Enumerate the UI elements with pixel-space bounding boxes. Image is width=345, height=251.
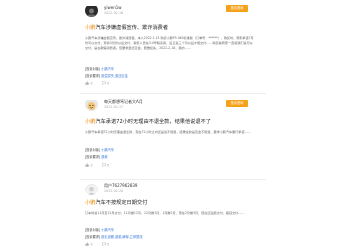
like-count: 0 bbox=[90, 163, 93, 168]
title-text: 汽车涉嫌虚假宣传、欺诈消费者 bbox=[95, 25, 169, 31]
complaint-card[interactable]: 用户7627962839 2022-02-20 小鹏汽车不按规定日期交付 订车时… bbox=[0, 179, 345, 251]
target-link[interactable]: 小鹏汽车 bbox=[101, 228, 114, 232]
complaint-request-line: [投诉要求] 赔偿损失,退还定金 bbox=[85, 73, 128, 78]
brand-highlight: 小鹏 bbox=[85, 119, 96, 125]
avatar[interactable] bbox=[85, 4, 98, 17]
title-text: 汽车不按规定日期交付 bbox=[95, 200, 148, 206]
complaint-target-line: [投诉对象] 小鹏汽车 bbox=[85, 147, 114, 152]
username[interactable]: yiwen1w bbox=[104, 5, 122, 10]
like-count: 0 bbox=[90, 81, 93, 86]
post-date: 2022-02-20 bbox=[104, 189, 124, 193]
actions-row: 0 0 bbox=[85, 81, 117, 87]
comment-button[interactable]: 0 bbox=[101, 163, 110, 168]
comment-count: 0 bbox=[107, 81, 110, 86]
request-link[interactable]: 退款 bbox=[101, 155, 107, 159]
request-key: [投诉要求] bbox=[85, 235, 101, 239]
comment-count: 0 bbox=[107, 242, 110, 247]
target-key: [投诉对象] bbox=[85, 148, 101, 152]
thumbs-up-icon bbox=[85, 81, 89, 85]
actions-row: 0 0 bbox=[85, 163, 117, 169]
comment-icon bbox=[101, 242, 106, 246]
like-count: 0 bbox=[90, 242, 93, 247]
comment-icon bbox=[101, 81, 106, 85]
request-key: [投诉要求] bbox=[85, 155, 101, 159]
complaint-title[interactable]: 小鹏汽车承诺72小时无理由不退全款，结果他说退不了 bbox=[85, 118, 211, 125]
comment-button[interactable]: 0 bbox=[101, 242, 110, 247]
thumbs-up-icon bbox=[85, 242, 89, 246]
brand-highlight: 小鹏 bbox=[85, 25, 96, 31]
brand-highlight: 小鹏 bbox=[85, 200, 96, 206]
complaint-content: 订车时说11月至12月交付，11月推12月，12月推1月，1月推2月，现在2月推… bbox=[85, 211, 245, 215]
comment-button[interactable]: 0 bbox=[101, 81, 110, 86]
complaint-card[interactable]: 每天都想骂记者大A月 2022-02-17 投诉咨询 小鹏汽车承诺72小时无理由… bbox=[0, 93, 345, 179]
target-link[interactable]: 小鹏汽车 bbox=[101, 148, 114, 152]
avatar[interactable] bbox=[85, 182, 98, 195]
complaint-title[interactable]: 小鹏汽车涉嫌虚假宣传、欺诈消费者 bbox=[85, 24, 168, 31]
request-key: [投诉要求] bbox=[85, 74, 101, 78]
complaint-content: 小鹏汽车承诺72小时无理由退全款，现在72小时之内还是说不能退，结果说的是定金不… bbox=[85, 130, 251, 134]
target-key: [投诉对象] bbox=[85, 67, 101, 71]
actions-row: 0 0 bbox=[85, 242, 117, 248]
comment-icon bbox=[101, 163, 106, 167]
comment-count: 0 bbox=[107, 163, 110, 168]
target-key: [投诉对象] bbox=[85, 228, 101, 232]
complaint-button[interactable]: 投诉咨询 bbox=[226, 100, 248, 107]
complaint-button[interactable]: 投诉咨询 bbox=[226, 5, 248, 12]
complaint-content: 小鹏汽车涉嫌虚假宣传、欺诈消费者。本人2022.1.15 购买小鹏P5 460标… bbox=[85, 36, 254, 51]
request-link[interactable]: 赔礼道歉,退款,解释,立即整改 bbox=[101, 235, 142, 239]
complaint-target-line: [投诉对象] 小鹏汽车 bbox=[85, 227, 114, 232]
like-button[interactable]: 0 bbox=[85, 242, 93, 246]
avatar[interactable] bbox=[85, 98, 98, 111]
like-button[interactable]: 0 bbox=[85, 81, 93, 85]
complaint-card[interactable]: yiwen1w 2022-02-16 投诉咨询 小鹏汽车涉嫌虚假宣传、欺诈消费者… bbox=[0, 0, 345, 93]
request-link[interactable]: 赔偿损失,退还定金 bbox=[101, 74, 128, 78]
complaint-request-line: [投诉要求] 赔礼道歉,退款,解释,立即整改 bbox=[85, 234, 143, 239]
title-text: 汽车承诺72小时无理由不退全款，结果他说退不了 bbox=[95, 119, 211, 125]
thumbs-up-icon bbox=[85, 163, 89, 167]
like-button[interactable]: 0 bbox=[85, 163, 93, 167]
target-link[interactable]: 小鹏汽车 bbox=[101, 67, 114, 71]
post-date: 2022-02-16 bbox=[104, 11, 124, 15]
complaint-target-line: [投诉对象] 小鹏汽车 bbox=[85, 66, 114, 71]
complaint-title[interactable]: 小鹏汽车不按规定日期交付 bbox=[85, 199, 147, 206]
complaint-request-line: [投诉要求] 退款 bbox=[85, 154, 108, 159]
post-date: 2022-02-17 bbox=[104, 105, 124, 109]
